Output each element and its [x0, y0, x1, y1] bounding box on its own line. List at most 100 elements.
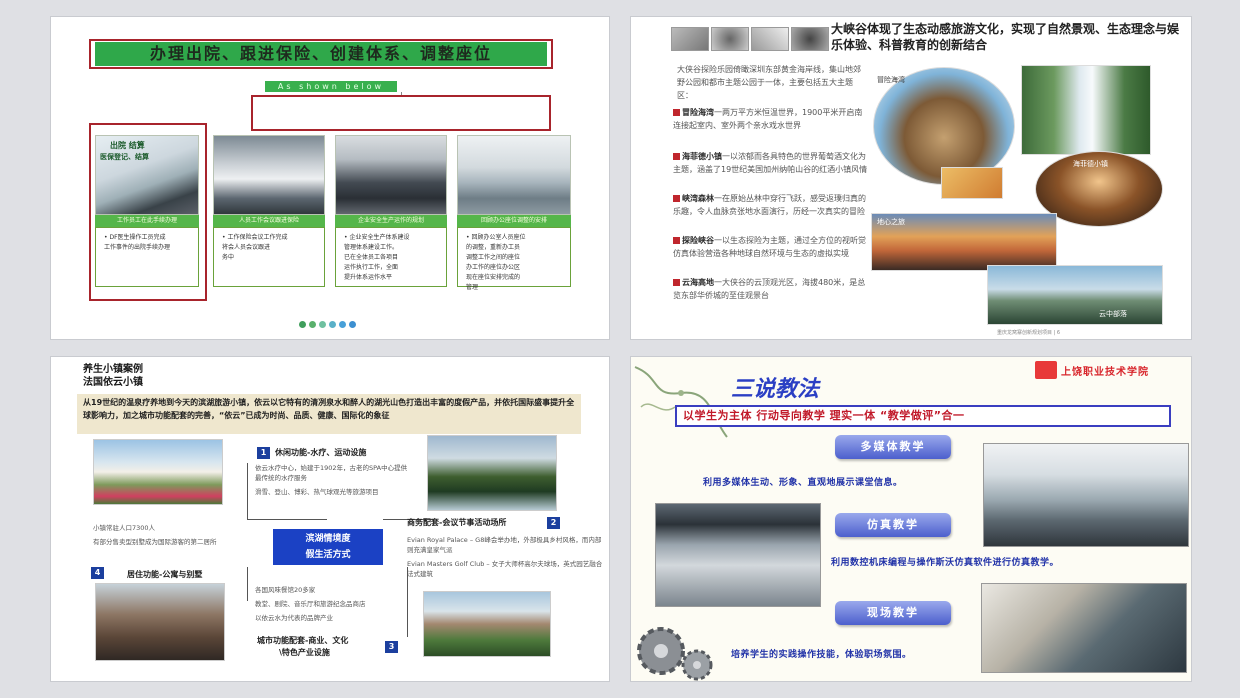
section-body: 依云水疗中心，始建于1902年，古老的SPA中心提供最传统的水疗服务 滑雪、登山… — [255, 463, 413, 497]
card-bar: 人员工作会议跟进保险 — [213, 215, 325, 227]
slide1-subtitle: As shown below — [265, 81, 397, 92]
slide2-footer: 重庆龙窝寨创新规划项目 | 6 — [997, 330, 1061, 336]
card-line: 提升体系运作水平 — [344, 274, 393, 281]
photo-onsite-training — [981, 583, 1187, 673]
card-discharge: 出院 结算 医保登记、结算 工作员工在此手续办理 • DF医生操作工员完成 工作… — [95, 135, 199, 287]
card-line: 工作事件的出院手续办理 — [104, 244, 171, 251]
section-line: 各国风味餐馆20多家 — [255, 586, 316, 594]
photo-evian-spa — [93, 439, 223, 505]
zone-item: 探险峡谷一以生态探险为主题，通过全方位的视听觉仿真体验营造各种地球自然环境与生态… — [673, 235, 869, 260]
card-line: 管理体系建设工作。 — [344, 244, 399, 251]
title-line: 法国依云小镇 — [83, 377, 143, 388]
card-system: 企业安全生产运作的规划 • 企业安全生产体系建设 管理体系建设工作。 已在全体员… — [335, 135, 447, 287]
pagination-dot[interactable] — [339, 321, 346, 328]
photo-label: 云中部落 — [1099, 310, 1127, 318]
card-bar: 工作员工在此手续办理 — [95, 215, 199, 227]
school-name: 上饶职业技术学院 — [1061, 366, 1149, 378]
photo-royal-palace — [423, 591, 551, 657]
section-number: 2 — [547, 517, 560, 529]
zone-name: 探险峡谷 — [682, 236, 714, 245]
photo-label: 海菲德小镇 — [1073, 160, 1108, 168]
method-onsite-button[interactable]: 现场教学 — [835, 601, 951, 625]
section-number: 1 — [257, 447, 270, 459]
card-line: 管理 — [466, 284, 479, 291]
connector-line — [247, 463, 248, 519]
section-line: 依云水疗中心，始建于1902年，古老的SPA中心提供最传统的水疗服务 — [255, 464, 408, 482]
vine-decoration-icon — [634, 366, 728, 438]
card-photo-office — [457, 135, 571, 215]
zone-name: 冒险海湾 — [682, 108, 714, 117]
title-line: 养生小镇案例 — [83, 364, 143, 375]
zone-name: 峡湾森林 — [682, 194, 714, 203]
card-text: • 工作保险会议工作完成 将会人员会议跟进 务中 — [213, 227, 325, 287]
zone-name: 云海高地 — [682, 278, 714, 287]
zone-item: 云海高地一大侠谷的云顶观光区，海拔480米，是总览东部华侨城的至佳观景台 — [673, 277, 869, 302]
zone-item: 峡湾森林一在原始丛林中穿行飞跃，感受返璞归真的乐趣，令人血脉贲张地水面演行，历经… — [673, 193, 869, 218]
pagination-dot[interactable] — [319, 321, 326, 328]
method-simulation-button[interactable]: 仿真教学 — [835, 513, 951, 537]
slide-grand-canyon[interactable]: 大峡谷体现了生态动感旅游文化，实现了自然景观、生态理念与娱乐体验、科普教育的创新… — [630, 16, 1192, 340]
thumbnail-image — [711, 27, 749, 51]
section-line: Evian Masters Golf Club – 女子大师杯高尔夫球场，英式园… — [407, 560, 603, 578]
section-line: 有部分售卖型别墅成为国际游客的第二居所 — [93, 538, 217, 546]
highlight-frame-top — [251, 95, 551, 131]
photo-cnc-simulator — [655, 503, 821, 607]
pagination-dot[interactable] — [309, 321, 316, 328]
section-body: 小镇常驻人口7300人 有部分售卖型别墅成为国际游客的第二居所 — [93, 523, 243, 547]
card-seating: 回顾办公座位调整的安排 • 回顾办公室人员座位 的调整，重新办工员 调整工作之间… — [457, 135, 571, 291]
card-bar: 回顾办公座位调整的安排 — [457, 215, 571, 227]
center-concept-box: 滨湖情境度 假生活方式 — [273, 529, 383, 565]
card-line: 将会人员会议跟进 — [222, 244, 271, 251]
pagination-dot[interactable] — [299, 321, 306, 328]
card-line: 已在全体员工各项目 — [344, 254, 399, 261]
slide-pagination-dots[interactable] — [299, 321, 356, 329]
section-number: 3 — [385, 641, 398, 653]
photo-label: 冒险海湾 — [877, 76, 905, 84]
thumbnail-strip — [671, 27, 829, 51]
slide-evian-town[interactable]: 养生小镇案例 法国依云小镇 从19世纪的温泉疗养地到今天的滨湖旅游小镇，依云以它… — [50, 356, 610, 682]
slide4-tagline: 以学生为主体 行动导向教学 理实一体 “教学做评”合一 — [675, 405, 1171, 427]
thumbnail-image — [671, 27, 709, 51]
method-onsite-desc: 培养学生的实践操作技能，体验职场氛围。 — [731, 650, 912, 660]
method-multimedia-button[interactable]: 多媒体教学 — [835, 435, 951, 459]
slide4-title: 三说教法 — [731, 376, 820, 402]
card-text: • 企业安全生产体系建设 管理体系建设工作。 已在全体员工各项目 运作执行工作，… — [335, 227, 447, 287]
school-emblem-icon — [1035, 361, 1057, 379]
method-multimedia-desc: 利用多媒体生动、形象、直观地展示课堂信息。 — [703, 478, 903, 488]
connector-line — [247, 519, 327, 520]
card-photo-discharge: 出院 结算 医保登记、结算 — [95, 135, 199, 215]
pagination-dot[interactable] — [349, 321, 356, 328]
zone-name: 海菲德小镇 — [682, 152, 722, 161]
card-line: 调整工作之间的座位 — [466, 254, 521, 261]
section-heading: 城市功能配套-商业、文化 \特色产业设施 — [257, 635, 348, 659]
center-line: 滨湖情境度 — [305, 534, 351, 544]
section-line: 小镇常驻人口7300人 — [93, 524, 156, 532]
card-text: • 回顾办公室人员座位 的调整，重新办工员 调整工作之间的座位 办工作的座位办公… — [457, 227, 571, 291]
photo-caption-sub: 医保登记、结算 — [100, 153, 149, 161]
heading-line: \特色产业设施 — [279, 648, 330, 657]
section-line: 教堂、剧院、音乐厅和旅游纪念品商店 — [255, 600, 366, 608]
slide3-summary: 从19世纪的温泉疗养地到今天的滨湖旅游小镇，依云以它特有的清冽泉水和醉人的湖光山… — [77, 394, 581, 434]
section-body: 各国风味餐馆20多家 教堂、剧院、音乐厅和旅游纪念品商店 以依云水为代表的品牌产… — [255, 585, 405, 623]
section-line: 滑雪、登山、博彩、热气球观光等旅游项目 — [255, 488, 379, 496]
section-heading: 休闲功能-水疗、运动设施 — [275, 448, 367, 457]
pagination-dot[interactable] — [329, 321, 336, 328]
section-line: Evian Royal Palace – G8峰会举办地，外部极具乡村风格，而内… — [407, 536, 602, 554]
connector-line — [247, 567, 248, 601]
thumbnail-image — [751, 27, 789, 51]
card-photo-conference — [335, 135, 447, 215]
slide-teaching-methods[interactable]: 三说教法 上饶职业技术学院 以学生为主体 行动导向教学 理实一体 “教学做评”合… — [630, 356, 1192, 682]
slide-office-work[interactable]: 办理出院、跟进保险、创建体系、调整座位 As shown below 出院 结算… — [50, 16, 610, 340]
slide1-title: 办理出院、跟进保险、创建体系、调整座位 — [95, 42, 547, 66]
section-number: 4 — [91, 567, 104, 579]
photo-apartments — [95, 583, 225, 661]
zone-item: 海菲德小镇一以浓郁而各具特色的世界葡萄酒文化为主题，涵盖了19世纪美国加州纳帕山… — [673, 151, 869, 176]
school-logo: 上饶职业技术学院 — [1035, 359, 1185, 381]
card-line: • 工作保险会议工作完成 — [222, 234, 288, 241]
thumbnail-image — [791, 27, 829, 51]
card-line: • DF医生操作工员完成 — [104, 234, 166, 241]
card-line: • 企业安全生产体系建设 — [344, 234, 410, 241]
card-line: 现在座位安排完成的 — [466, 274, 521, 281]
bullet-icon — [673, 279, 680, 286]
section-heading: 居住功能-公寓与别墅 — [127, 570, 203, 579]
